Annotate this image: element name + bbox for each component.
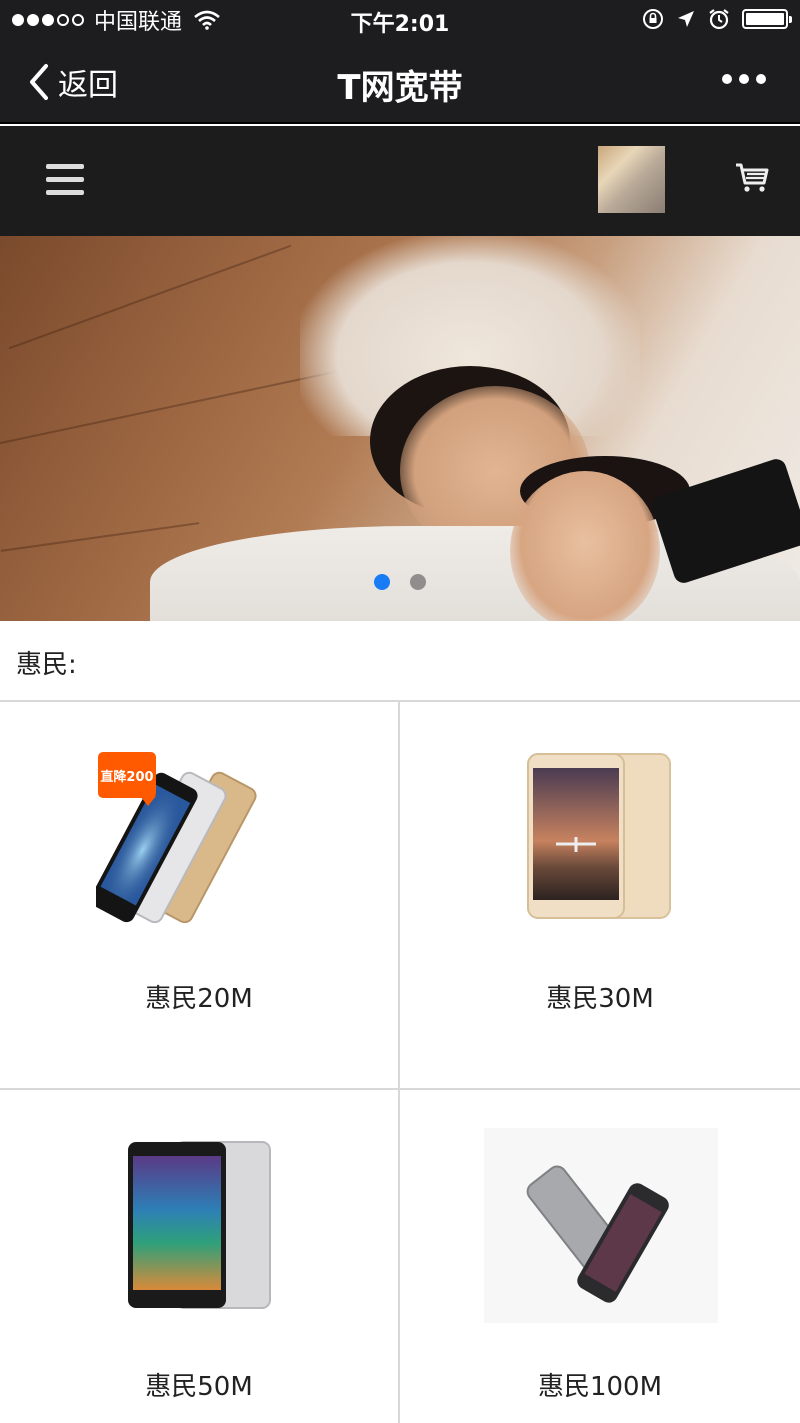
more-dot-icon [756,74,766,84]
product-image-phone [128,1141,271,1309]
battery-icon [742,9,792,29]
menu-line-icon [46,177,84,182]
shopping-cart-icon[interactable] [734,162,770,194]
product-name: 惠民50M [145,1372,253,1402]
banner-figure-face-2 [510,471,660,621]
page-title: T网宽带 [337,68,463,108]
status-right [642,8,792,30]
hamburger-menu-button[interactable] [46,164,84,196]
product-card[interactable]: 惠民50M [0,1090,400,1423]
product-card[interactable]: 直降200 惠民20M [0,702,400,1090]
alarm-icon [709,9,729,30]
badge-tail [140,796,156,806]
site-header [0,126,800,236]
floor-plank [0,522,200,552]
user-avatar[interactable] [598,146,665,213]
battery-fill [746,13,784,25]
floor-plank [8,244,292,350]
navigation-bar: 返回 T网宽带 [0,40,800,124]
section-title: 惠民: [16,650,77,680]
product-card[interactable]: 惠民30M [400,702,800,1090]
more-dot-icon [722,74,732,84]
more-dot-icon [739,74,749,84]
carousel-dot[interactable] [410,574,426,590]
banner-carousel[interactable] [0,236,800,621]
rotation-lock-icon [643,9,663,29]
carousel-indicator [374,574,426,590]
discount-badge-label: 直降200 [100,770,154,785]
menu-line-icon [46,190,84,195]
product-grid: 直降200 惠民20M 惠民30M 惠民50M 惠民100M [0,702,800,1423]
status-bar: 中国联通 下午2:01 [0,0,800,40]
product-name: 惠民30M [546,984,654,1014]
menu-line-icon [46,164,84,169]
discount-badge: 直降200 [98,752,156,806]
product-image-phone [527,753,671,919]
product-name: 惠民20M [145,984,253,1014]
carousel-dot[interactable] [374,574,390,590]
product-image-phones [484,1128,718,1323]
more-options-button[interactable] [722,74,766,84]
product-name: 惠民100M [537,1372,663,1402]
location-arrow-icon [678,11,694,27]
product-card[interactable]: 惠民100M [400,1090,800,1423]
